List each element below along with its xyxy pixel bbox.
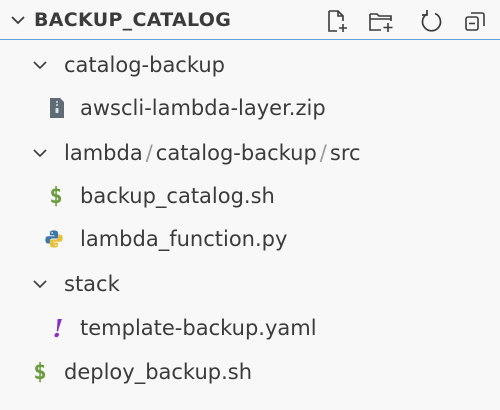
tree-item-backup-catalog-sh[interactable]: $ backup_catalog.sh bbox=[0, 176, 500, 216]
file-label: backup_catalog.sh bbox=[80, 184, 275, 208]
new-folder-icon bbox=[369, 13, 393, 32]
python-icon bbox=[44, 228, 64, 250]
path-separator: / bbox=[145, 141, 153, 165]
new-folder-button[interactable] bbox=[366, 6, 396, 36]
folder-label: catalog-backup bbox=[64, 53, 226, 77]
shell-script-icon: $ bbox=[33, 359, 47, 385]
new-file-icon bbox=[328, 10, 347, 32]
explorer-header: BACKUP_CATALOG bbox=[0, 0, 500, 40]
chevron-down-icon bbox=[33, 149, 47, 158]
path-separator: / bbox=[319, 141, 327, 165]
tree-item-lambda-path[interactable]: lambda / catalog-backup / src bbox=[0, 133, 500, 173]
refresh-button[interactable] bbox=[416, 6, 446, 36]
folder-segment-catalog-backup[interactable]: catalog-backup bbox=[156, 141, 317, 165]
chevron-down-icon bbox=[33, 61, 47, 70]
compact-folder-label: lambda / catalog-backup / src bbox=[64, 140, 361, 166]
tree-item-deploy-backup-sh[interactable]: $ deploy_backup.sh bbox=[0, 352, 500, 392]
folder-segment-src[interactable]: src bbox=[330, 141, 361, 165]
tree-item-lambda-function-py[interactable]: lambda_function.py bbox=[0, 219, 500, 259]
tree-item-catalog-backup[interactable]: catalog-backup bbox=[0, 45, 500, 85]
tree-item-zip-file[interactable]: awscli-lambda-layer.zip bbox=[0, 88, 500, 128]
refresh-icon bbox=[421, 10, 442, 32]
zip-file-icon bbox=[47, 97, 67, 119]
folder-label: stack bbox=[64, 272, 120, 296]
chevron-down-icon bbox=[33, 280, 47, 289]
file-label: deploy_backup.sh bbox=[64, 360, 253, 384]
file-label: awscli-lambda-layer.zip bbox=[80, 96, 326, 120]
tree-item-template-backup-yaml[interactable]: ! template-backup.yaml bbox=[0, 308, 500, 348]
file-label: lambda_function.py bbox=[80, 227, 288, 251]
tree-item-stack[interactable]: stack bbox=[0, 264, 500, 304]
folder-segment-lambda[interactable]: lambda bbox=[64, 141, 143, 165]
shell-script-icon: $ bbox=[49, 183, 63, 209]
yaml-icon: ! bbox=[52, 313, 64, 343]
collapse-all-button[interactable] bbox=[460, 6, 490, 36]
chevron-down-icon[interactable] bbox=[10, 12, 26, 28]
collapse-all-icon bbox=[465, 12, 485, 31]
file-label: template-backup.yaml bbox=[80, 316, 317, 340]
explorer-title[interactable]: BACKUP_CATALOG bbox=[34, 8, 231, 32]
new-file-button[interactable] bbox=[322, 6, 352, 36]
